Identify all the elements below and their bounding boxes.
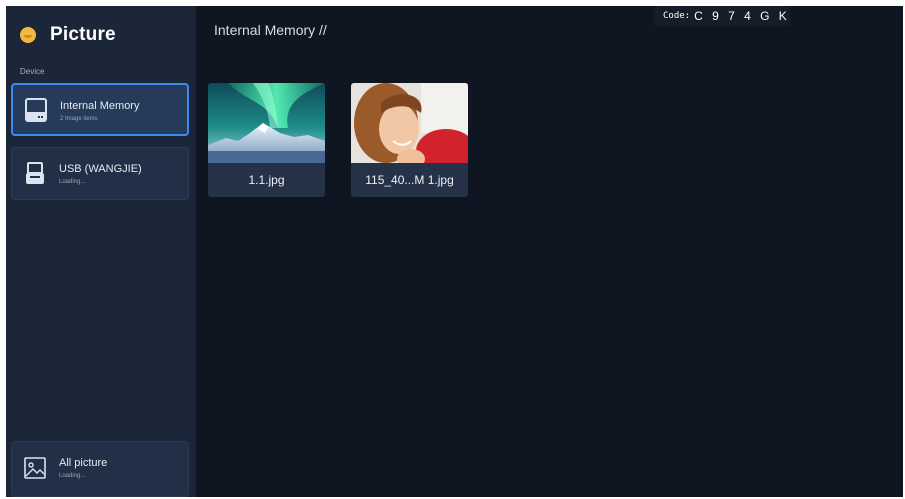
code-value: C 9 7 4 G K <box>694 9 790 23</box>
device-usb-wangjie[interactable]: USB (WANGJIE) Loading... <box>11 147 189 200</box>
breadcrumb: Internal Memory // <box>214 22 327 38</box>
app-title: Picture <box>50 24 116 45</box>
device-section-label: Device <box>20 67 45 76</box>
device-name: USB (WANGJIE) <box>59 163 142 175</box>
device-subtitle: Loading... <box>59 179 86 185</box>
sidebar: Picture Device Internal Memory 2 Image i… <box>6 6 196 497</box>
usb-drive-icon <box>24 161 46 185</box>
device-name: Internal Memory <box>60 100 140 112</box>
device-internal-memory[interactable]: Internal Memory 2 Image items <box>11 83 189 136</box>
file-thumbnail-2[interactable]: 115_40...M 1.jpg <box>351 83 468 197</box>
file-thumbnail-1[interactable]: 1.1.jpg <box>208 83 325 197</box>
aurora-mountain-photo <box>208 83 325 163</box>
code-label: Code: <box>663 11 691 21</box>
picture-app-screen: Picture Device Internal Memory 2 Image i… <box>6 6 903 497</box>
woman-portrait-photo <box>351 83 468 163</box>
all-picture-button[interactable]: All picture Loading... <box>11 441 189 497</box>
image-icon <box>24 456 46 480</box>
hard-drive-icon <box>25 98 47 122</box>
smiley-face-icon <box>20 27 36 43</box>
file-name: 1.1.jpg <box>248 173 285 187</box>
all-picture-label: All picture <box>59 457 108 469</box>
app-header: Picture <box>20 22 116 48</box>
file-name: 115_40...M 1.jpg <box>365 173 454 187</box>
code-overlay: Code: C 9 7 4 G K <box>654 6 790 26</box>
all-picture-subtitle: Loading... <box>59 473 86 479</box>
device-subtitle: 2 Image items <box>60 116 98 122</box>
